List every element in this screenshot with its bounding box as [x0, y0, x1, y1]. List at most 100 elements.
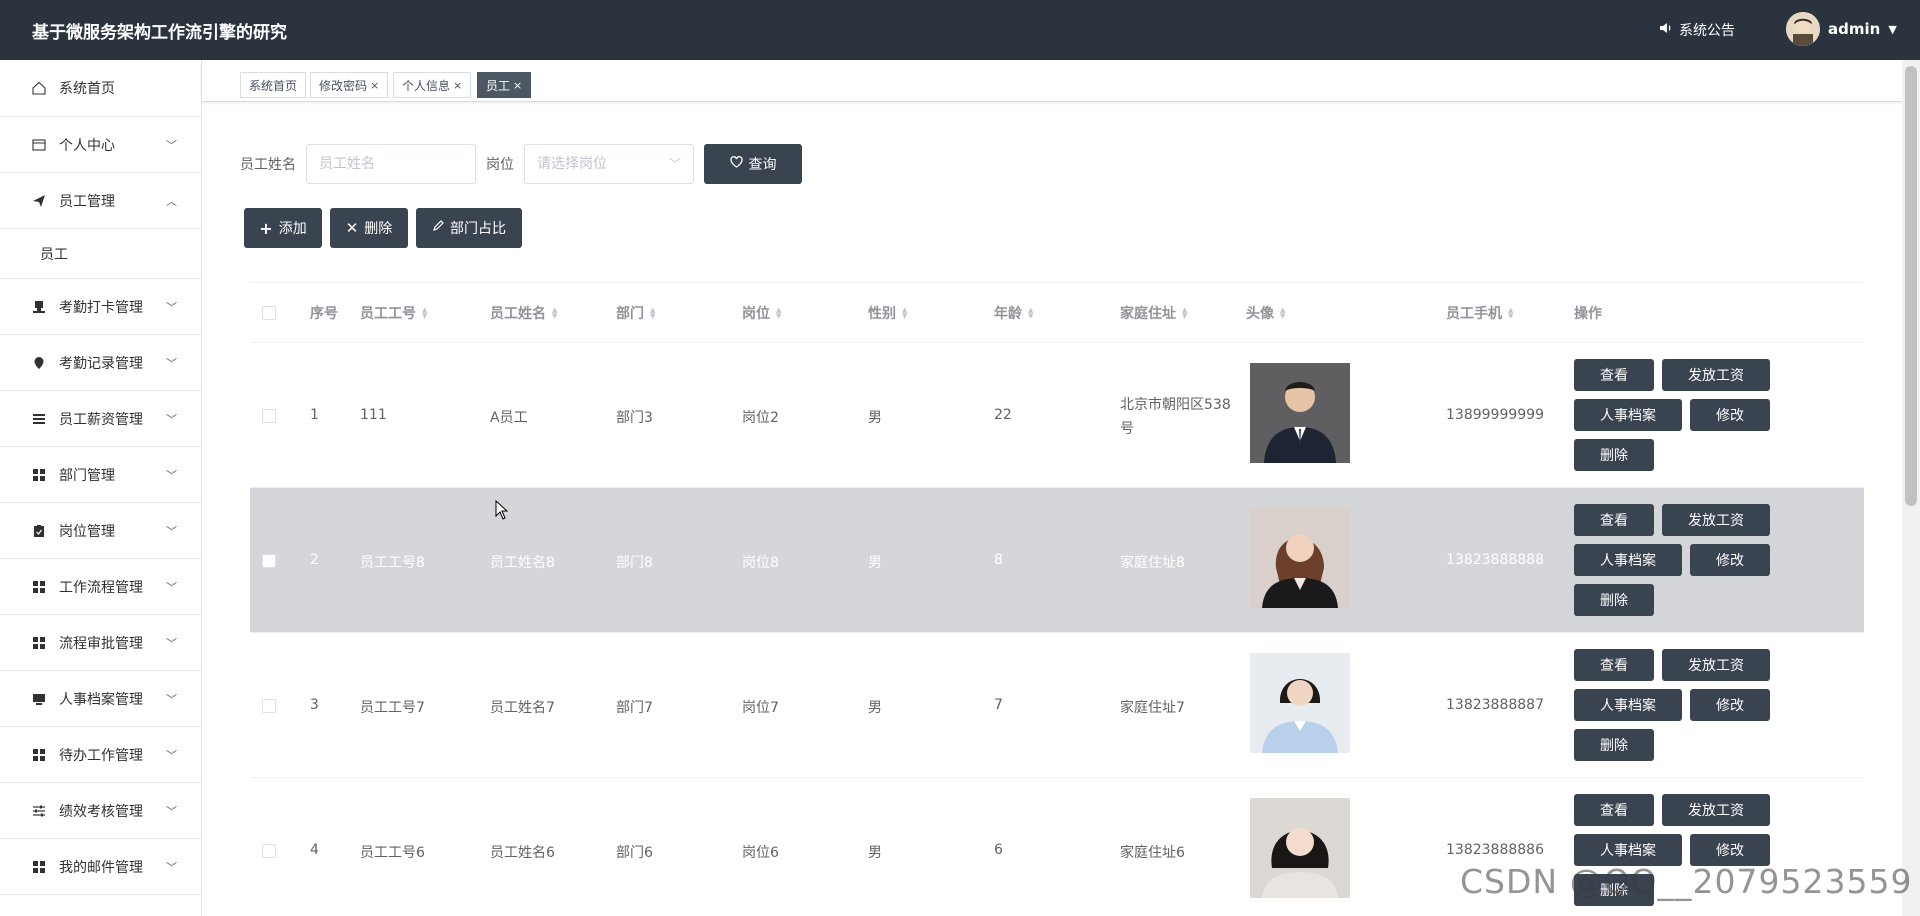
chevron-down-icon: ﹀ [166, 637, 177, 650]
employee-photo[interactable] [1250, 363, 1350, 463]
view-button[interactable]: 查看 [1574, 359, 1654, 391]
view-button[interactable]: 查看 [1574, 504, 1654, 536]
row-checkbox[interactable] [262, 844, 276, 858]
employee-photo[interactable] [1250, 798, 1350, 898]
table-row[interactable]: 3 员工工号7 员工姓名7 部门7 岗位7 男 7 家庭住址7 13823888… [250, 633, 1864, 778]
row-delete-button[interactable]: 删除 [1574, 439, 1654, 471]
col-dept[interactable]: 部门 ▲ ▼ [616, 303, 655, 323]
sidebar-item-department[interactable]: 部门管理 ﹀ [0, 447, 201, 503]
sort-icon[interactable]: ▲ ▼ [1508, 307, 1513, 320]
delete-button[interactable]: ✕ 删除 [330, 208, 408, 248]
sidebar-item-performance[interactable]: 绩效考核管理 ﹀ [0, 783, 201, 839]
vertical-scrollbar[interactable] [1902, 60, 1920, 916]
col-name[interactable]: 员工姓名 ▲ ▼ [490, 303, 557, 323]
close-icon[interactable]: × [513, 79, 522, 92]
cell-gender: 男 [868, 410, 882, 426]
watermark: CSDN @QQ__2079523559 [1460, 862, 1913, 901]
add-button[interactable]: + 添加 [244, 208, 322, 248]
sort-icon[interactable]: ▲ ▼ [1280, 307, 1285, 320]
cell-post: 岗位6 [742, 845, 779, 861]
dept-ratio-button[interactable]: 部门占比 [416, 208, 522, 248]
top-bar: 基于微服务架构工作流引擎的研究 系统公告 admin ▼ [0, 0, 1920, 60]
row-checkbox[interactable] [262, 699, 276, 713]
hr-archive-button[interactable]: 人事档案 [1574, 399, 1682, 431]
cell-dept: 部门3 [616, 410, 653, 426]
row-checkbox[interactable] [262, 409, 276, 423]
tab-change-password[interactable]: 修改密码 × [310, 72, 389, 98]
query-button[interactable]: 查询 [704, 144, 802, 184]
pay-salary-button[interactable]: 发放工资 [1662, 359, 1770, 391]
sort-icon[interactable]: ▲ ▼ [422, 307, 427, 320]
pay-salary-button[interactable]: 发放工资 [1662, 504, 1770, 536]
sidebar-item-personal-center[interactable]: 个人中心 ﹀ [0, 117, 201, 173]
edit-button[interactable]: 修改 [1690, 544, 1770, 576]
cell-index: 4 [310, 842, 319, 858]
tab-personal-info[interactable]: 个人信息 × [393, 72, 472, 98]
edit-button[interactable]: 修改 [1690, 399, 1770, 431]
tab-label: 修改密码 [319, 78, 368, 93]
stamp-icon [31, 299, 47, 315]
employee-photo[interactable] [1250, 653, 1350, 753]
pay-salary-button[interactable]: 发放工资 [1662, 794, 1770, 826]
employee-name-input[interactable]: 员工姓名 [306, 144, 476, 184]
row-checkbox[interactable] [262, 554, 276, 568]
sidebar-item-attendance-record[interactable]: 考勤记录管理 ﹀ [0, 335, 201, 391]
edit-button[interactable]: 修改 [1690, 689, 1770, 721]
dept-ratio-button-label: 部门占比 [450, 221, 506, 237]
card-icon [31, 137, 47, 153]
chevron-down-icon: ﹀ [166, 413, 177, 426]
sort-icon[interactable]: ▲ ▼ [650, 307, 655, 320]
scrollbar-thumb[interactable] [1905, 66, 1917, 506]
grid-icon [31, 747, 47, 763]
sidebar-item-post[interactable]: 岗位管理 ﹀ [0, 503, 201, 559]
sidebar-item-attendance-punch[interactable]: 考勤打卡管理 ﹀ [0, 279, 201, 335]
sort-icon[interactable]: ▲ ▼ [1028, 307, 1033, 320]
select-all-checkbox[interactable] [262, 306, 276, 320]
row-delete-button[interactable]: 删除 [1574, 729, 1654, 761]
sidebar-item-mail[interactable]: 我的邮件管理 ﹀ [0, 839, 201, 895]
cell-address: 北京市朝阳区538号 [1120, 397, 1231, 437]
sidebar-item-hr-archive[interactable]: 人事档案管理 ﹀ [0, 671, 201, 727]
col-age[interactable]: 年龄 ▲ ▼ [994, 303, 1033, 323]
sidebar-item-workflow[interactable]: 工作流程管理 ﹀ [0, 559, 201, 615]
close-icon[interactable]: × [370, 79, 379, 92]
table-row[interactable]: 1 111 A员工 部门3 岗位2 男 22 北京市朝阳区538号 138999… [250, 343, 1864, 488]
sidebar-item-salary[interactable]: 员工薪资管理 ﹀ [0, 391, 201, 447]
col-gender[interactable]: 性别 ▲ ▼ [868, 303, 907, 323]
employee-photo[interactable] [1250, 508, 1350, 608]
col-post[interactable]: 岗位 ▲ ▼ [742, 303, 781, 323]
view-button[interactable]: 查看 [1574, 794, 1654, 826]
sidebar-item-employee-mgmt[interactable]: 员工管理 ︿ [0, 173, 201, 229]
sidebar-item-label: 系统首页 [59, 81, 115, 97]
post-select[interactable]: 请选择岗位 ﹀ [524, 144, 694, 184]
col-phone[interactable]: 员工手机 ▲ ▼ [1446, 303, 1513, 323]
col-avatar[interactable]: 头像 ▲ ▼ [1246, 303, 1285, 323]
sidebar-item-home[interactable]: 系统首页 [0, 60, 201, 117]
view-button[interactable]: 查看 [1574, 649, 1654, 681]
sort-icon[interactable]: ▲ ▼ [776, 307, 781, 320]
tab-home[interactable]: 系统首页 [240, 72, 307, 98]
pay-salary-button[interactable]: 发放工资 [1662, 649, 1770, 681]
col-address[interactable]: 家庭住址 ▲ ▼ [1120, 303, 1187, 323]
table-header: 序号 员工工号 ▲ ▼ 员工姓名 ▲ ▼ 部门 ▲ ▼ 岗位 ▲ ▼ 性别 ▲ ▼ 年龄 ▲ ▼ 家庭住… [250, 283, 1864, 343]
sort-icon[interactable]: ▲ ▼ [552, 307, 557, 320]
system-notice-link[interactable]: 系统公告 [1659, 20, 1735, 40]
tab-label: 系统首页 [249, 78, 298, 93]
sidebar-item-todo[interactable]: 待办工作管理 ﹀ [0, 727, 201, 783]
table-row[interactable]: 2 员工工号8 员工姓名8 部门8 岗位8 男 8 家庭住址8 13823888… [250, 488, 1864, 633]
cell-index: 1 [310, 407, 319, 423]
sidebar-item-label: 部门管理 [59, 467, 115, 484]
sidebar-item-approval[interactable]: 流程审批管理 ﹀ [0, 615, 201, 671]
sidebar-item-label: 待办工作管理 [59, 747, 143, 764]
sidebar-item-label: 工作流程管理 [59, 579, 143, 596]
user-menu[interactable]: admin ▼ [1786, 12, 1897, 46]
tab-employee[interactable]: 员工 × [477, 72, 532, 98]
col-emp-no[interactable]: 员工工号 ▲ ▼ [360, 303, 427, 323]
sidebar-subitem-employee[interactable]: 员工 [0, 229, 201, 279]
sort-icon[interactable]: ▲ ▼ [1182, 307, 1187, 320]
close-icon[interactable]: × [453, 79, 462, 92]
hr-archive-button[interactable]: 人事档案 [1574, 689, 1682, 721]
sort-icon[interactable]: ▲ ▼ [902, 307, 907, 320]
row-delete-button[interactable]: 删除 [1574, 584, 1654, 616]
hr-archive-button[interactable]: 人事档案 [1574, 544, 1682, 576]
